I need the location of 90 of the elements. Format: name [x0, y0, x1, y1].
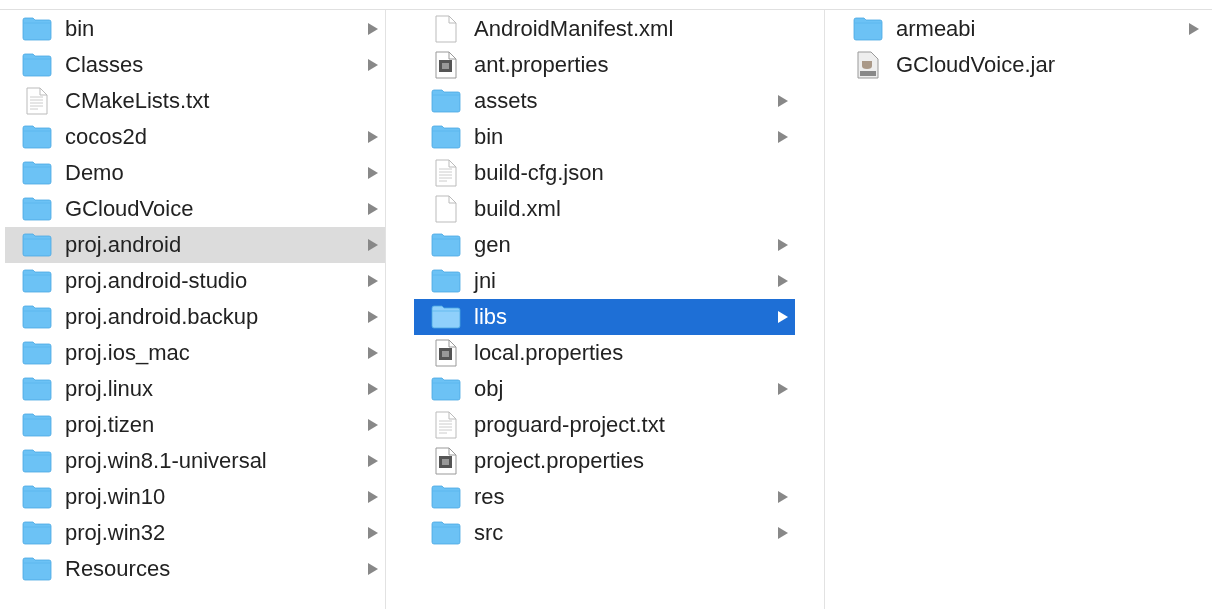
file-list-item[interactable]: armeabi	[836, 11, 1206, 47]
folder-icon	[431, 125, 461, 149]
file-list-item[interactable]: gen	[414, 227, 795, 263]
disclosure-arrow-icon	[367, 166, 379, 180]
folder-icon	[22, 485, 52, 509]
file-list-item[interactable]: build-cfg.json	[414, 155, 795, 191]
properties-file-icon	[435, 339, 457, 367]
disclosure-arrow-icon	[367, 454, 379, 468]
file-list-item[interactable]: GCloudVoice	[5, 191, 385, 227]
folder-icon	[22, 233, 52, 257]
folder-icon	[22, 17, 52, 41]
folder-icon	[431, 521, 461, 545]
file-list-item[interactable]: proj.android.backup	[5, 299, 385, 335]
disclosure-arrow-icon	[777, 526, 789, 540]
file-list-item[interactable]: bin	[414, 119, 795, 155]
disclosure-arrow-icon	[367, 58, 379, 72]
folder-icon	[22, 413, 52, 437]
folder-icon	[431, 269, 461, 293]
file-list-item[interactable]: build.xml	[414, 191, 795, 227]
file-list-item[interactable]: libs	[414, 299, 795, 335]
folder-icon	[22, 305, 52, 329]
folder-icon	[22, 269, 52, 293]
disclosure-arrow-icon	[367, 202, 379, 216]
text-document-icon	[435, 159, 457, 187]
properties-file-icon	[435, 51, 457, 79]
file-list-item[interactable]: proj.tizen	[5, 407, 385, 443]
disclosure-arrow-icon	[367, 526, 379, 540]
disclosure-arrow-icon	[367, 130, 379, 144]
disclosure-arrow-icon	[367, 382, 379, 396]
file-list-item[interactable]: Classes	[5, 47, 385, 83]
disclosure-arrow-icon	[777, 310, 789, 324]
document-icon	[435, 195, 457, 223]
folder-icon	[431, 233, 461, 257]
folder-icon	[22, 125, 52, 149]
text-document-icon	[435, 411, 457, 439]
disclosure-arrow-icon	[777, 94, 789, 108]
file-list-item[interactable]: CMakeLists.txt	[5, 83, 385, 119]
disclosure-arrow-icon	[777, 274, 789, 288]
file-list-item[interactable]: proj.android-studio	[5, 263, 385, 299]
document-icon	[435, 15, 457, 43]
disclosure-arrow-icon	[367, 274, 379, 288]
disclosure-arrow-icon	[367, 310, 379, 324]
folder-icon	[431, 485, 461, 509]
folder-icon	[431, 377, 461, 401]
file-list-item[interactable]: cocos2d	[5, 119, 385, 155]
disclosure-arrow-icon	[367, 346, 379, 360]
folder-icon	[22, 449, 52, 473]
file-list-item[interactable]: proj.win32	[5, 515, 385, 551]
folder-icon	[22, 161, 52, 185]
file-list-item[interactable]: project.properties	[414, 443, 795, 479]
file-list-item[interactable]: proj.win8.1-universal	[5, 443, 385, 479]
file-list-item[interactable]: proj.android	[5, 227, 385, 263]
folder-icon	[22, 521, 52, 545]
folder-icon	[22, 341, 52, 365]
folder-icon	[431, 89, 461, 113]
folder-icon	[853, 17, 883, 41]
file-list-item[interactable]: res	[414, 479, 795, 515]
file-list-item[interactable]: proj.win10	[5, 479, 385, 515]
disclosure-arrow-icon	[367, 490, 379, 504]
file-list-item[interactable]: local.properties	[414, 335, 795, 371]
folder-icon	[22, 557, 52, 581]
text-document-icon	[26, 87, 48, 115]
file-list-item[interactable]: obj	[414, 371, 795, 407]
disclosure-arrow-icon	[777, 490, 789, 504]
disclosure-arrow-icon	[1188, 22, 1200, 36]
file-list-item[interactable]: Demo	[5, 155, 385, 191]
file-list-item[interactable]: bin	[5, 11, 385, 47]
jar-file-icon	[857, 51, 879, 79]
file-list-item[interactable]: ant.properties	[414, 47, 795, 83]
folder-icon	[22, 377, 52, 401]
file-list-item[interactable]: src	[414, 515, 795, 551]
folder-icon	[22, 53, 52, 77]
file-list-item[interactable]: jni	[414, 263, 795, 299]
folder-icon	[22, 197, 52, 221]
file-list-item[interactable]: proj.ios_mac	[5, 335, 385, 371]
file-list-item[interactable]: proguard-project.txt	[414, 407, 795, 443]
disclosure-arrow-icon	[367, 22, 379, 36]
file-list-item[interactable]: proj.linux	[5, 371, 385, 407]
properties-file-icon	[435, 447, 457, 475]
disclosure-arrow-icon	[777, 238, 789, 252]
file-list-item[interactable]: GCloudVoice.jar	[836, 47, 1206, 83]
folder-icon	[431, 305, 461, 329]
disclosure-arrow-icon	[367, 238, 379, 252]
file-list-item[interactable]: AndroidManifest.xml	[414, 11, 795, 47]
disclosure-arrow-icon	[777, 130, 789, 144]
disclosure-arrow-icon	[367, 562, 379, 576]
file-list-item[interactable]: assets	[414, 83, 795, 119]
file-list-item[interactable]: Resources	[5, 551, 385, 587]
disclosure-arrow-icon	[777, 382, 789, 396]
disclosure-arrow-icon	[367, 418, 379, 432]
